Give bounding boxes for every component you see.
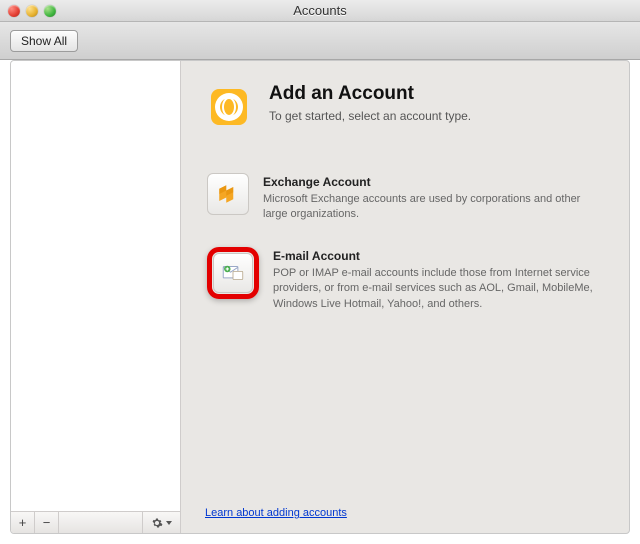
show-all-button[interactable]: Show All [10,30,78,52]
toolbar: Show All [0,22,640,60]
accounts-window: Accounts Show All + − [0,0,640,544]
option-email-account[interactable]: E-mail Account POP or IMAP e-mail accoun… [205,245,605,314]
content-area: + − [10,60,630,534]
learn-about-adding-accounts-link[interactable]: Learn about adding accounts [205,507,347,519]
option-email-body: E-mail Account POP or IMAP e-mail accoun… [273,247,603,312]
close-window-button[interactable] [8,5,20,17]
main-pane: Add an Account To get started, select an… [181,61,629,533]
plus-icon: + [19,515,27,530]
outlook-icon [205,83,253,131]
titlebar: Accounts [0,0,640,22]
hero: Add an Account To get started, select an… [205,83,605,131]
add-account-button[interactable]: + [11,512,35,534]
account-list [11,61,180,511]
hero-text: Add an Account To get started, select an… [269,83,471,123]
window-controls [0,5,56,17]
exchange-icon [207,173,249,215]
hero-title: Add an Account [269,83,471,105]
option-exchange-body: Exchange Account Microsoft Exchange acco… [263,173,603,223]
remove-account-button[interactable]: − [35,512,59,534]
window-title: Accounts [0,3,640,18]
actions-menu-button[interactable] [142,512,180,534]
minimize-window-button[interactable] [26,5,38,17]
email-account-highlight [207,247,259,299]
option-exchange-desc: Microsoft Exchange accounts are used by … [263,192,603,223]
email-icon [213,253,253,293]
option-email-desc: POP or IMAP e-mail accounts include thos… [273,266,603,312]
option-exchange-account[interactable]: Exchange Account Microsoft Exchange acco… [205,171,605,225]
sidebar: + − [11,61,181,533]
sidebar-footer: + − [11,511,180,533]
chevron-down-icon [166,521,172,525]
gear-icon [151,517,163,529]
option-exchange-title: Exchange Account [263,175,603,189]
minus-icon: − [43,515,51,530]
zoom-window-button[interactable] [44,5,56,17]
option-email-title: E-mail Account [273,249,603,263]
hero-subtitle: To get started, select an account type. [269,109,471,123]
